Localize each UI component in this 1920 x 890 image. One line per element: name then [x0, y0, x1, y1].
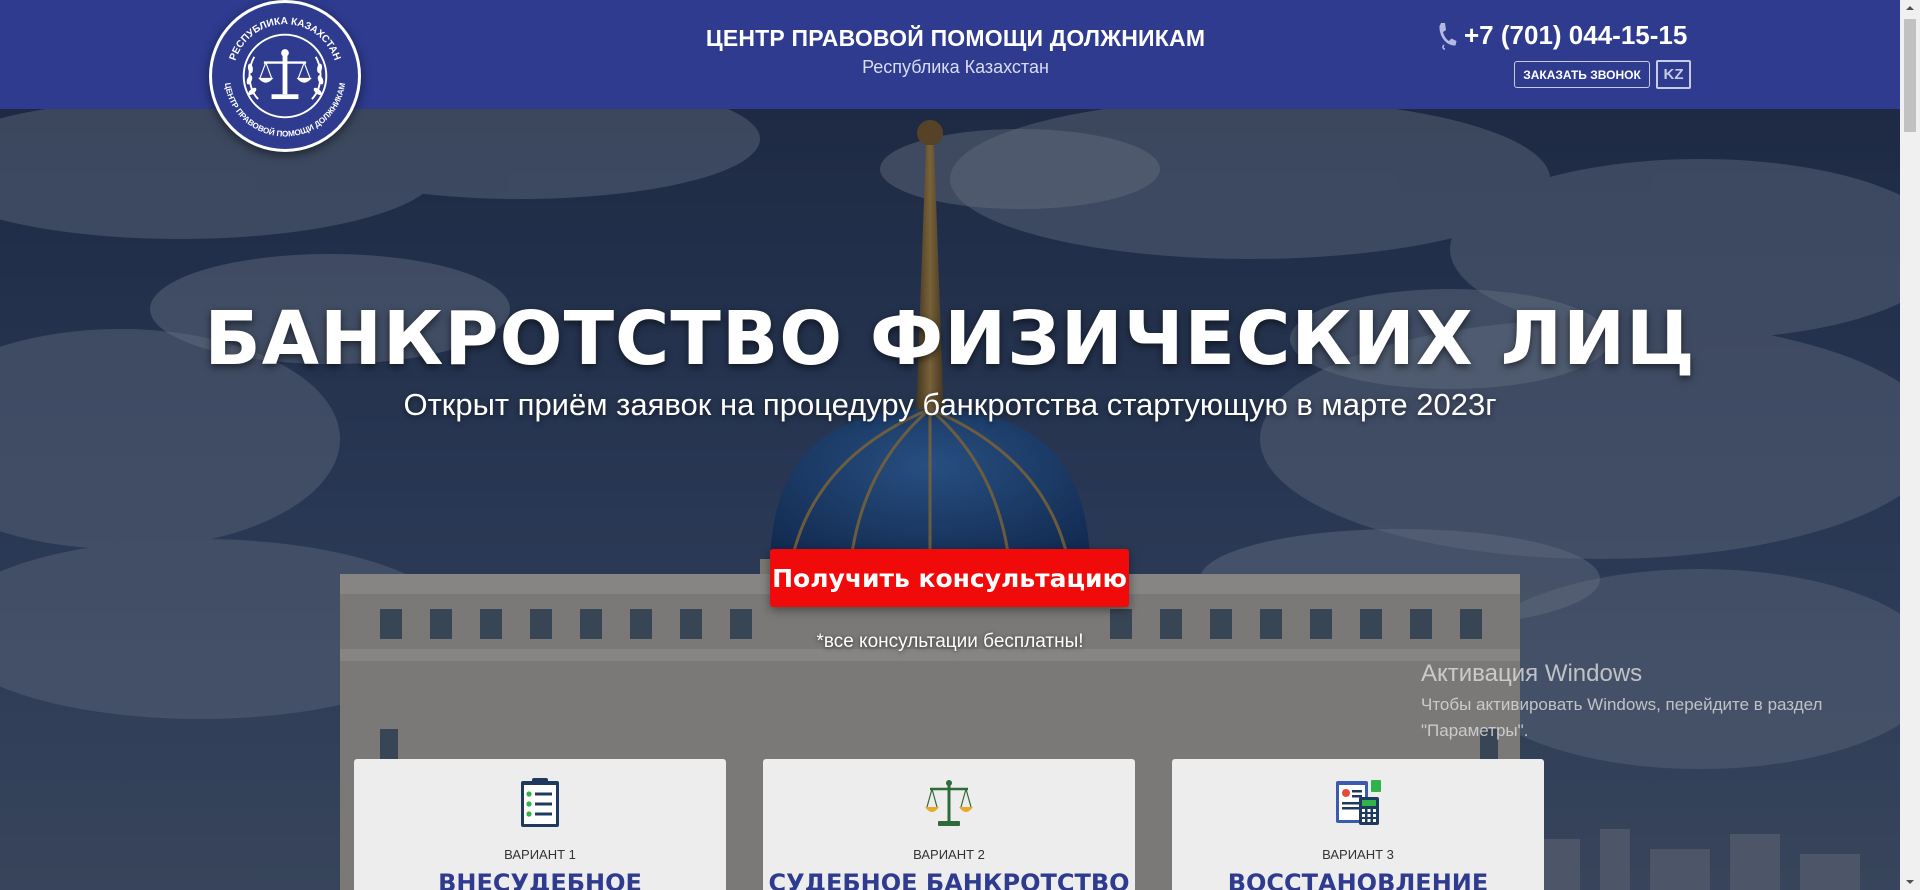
variant-label: ВАРИАНТ 2: [913, 847, 985, 862]
hero-title: БАНКРОТСТВО ФИЗИЧЕСКИХ ЛИЦ: [204, 296, 1696, 382]
variant-card-1[interactable]: ВАРИАНТ 1 ВНЕСУДЕБНОЕ: [354, 759, 726, 890]
variant-card-3[interactable]: ВАРИАНТ 3 ВОССТАНОВЛЕНИЕ: [1172, 759, 1544, 890]
free-consultation-note: *все консультации бесплатны!: [816, 631, 1084, 652]
variant-card-2[interactable]: ВАРИАНТ 2 СУДЕБНОЕ БАНКРОТСТВО: [763, 759, 1135, 890]
variant-label: ВАРИАНТ 1: [504, 847, 576, 862]
page-scrollbar[interactable]: [1900, 0, 1920, 890]
variant-title: ВНЕСУДЕБНОЕ: [438, 869, 642, 890]
scrollbar-thumb[interactable]: [1904, 19, 1916, 132]
callback-button[interactable]: ЗАКАЗАТЬ ЗВОНОК: [1514, 61, 1650, 88]
scroll-up-arrow-icon[interactable]: [1900, 0, 1920, 17]
watermark-title: Активация Windows: [1421, 660, 1643, 687]
logo-emblem: РЕСПУБЛИКА КАЗАХСТАН ЦЕНТР ПРАВОВОЙ ПОМО…: [215, 6, 355, 146]
site-subtitle: Республика Казахстан: [862, 57, 1049, 77]
variant-label: ВАРИАНТ 3: [1322, 847, 1394, 862]
scroll-down-arrow-icon[interactable]: [1900, 873, 1920, 890]
windows-activation-watermark: Активация Windows Чтобы активировать Win…: [1421, 660, 1881, 744]
phone-icon: [1436, 20, 1458, 50]
site-logo[interactable]: РЕСПУБЛИКА КАЗАХСТАН ЦЕНТР ПРАВОВОЙ ПОМО…: [209, 0, 361, 152]
variant-title: ВОССТАНОВЛЕНИЕ: [1227, 869, 1489, 890]
watermark-text: Чтобы активировать Windows, перейдите в …: [1421, 695, 1823, 740]
site-title: ЦЕНТР ПРАВОВОЙ ПОМОЩИ ДОЛЖНИКАМ: [705, 25, 1206, 51]
hero-section: БАНКРОТСТВО ФИЗИЧЕСКИХ ЛИЦ Открыт приём …: [0, 109, 1900, 890]
finance-document-icon: [1333, 777, 1383, 829]
variant-title: СУДЕБНОЕ БАНКРОТСТВО: [768, 869, 1130, 890]
hero-subtitle: Открыт приём заявок на процедуру банкрот…: [403, 387, 1497, 422]
scales-icon: [924, 777, 974, 829]
phone-link[interactable]: +7 (701) 044-15-15: [1436, 18, 1687, 52]
language-switch-kz[interactable]: KZ: [1656, 60, 1691, 89]
get-consultation-button[interactable]: Получить консультацию: [770, 549, 1129, 607]
checklist-icon: [515, 777, 565, 829]
phone-number: +7 (701) 044-15-15: [1464, 19, 1688, 50]
